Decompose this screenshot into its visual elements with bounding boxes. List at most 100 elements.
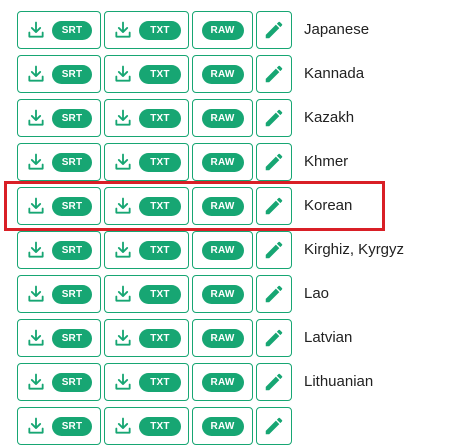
language-label: Kazakh — [304, 109, 355, 126]
download-icon — [28, 417, 44, 434]
download-txt-button[interactable]: TXT — [104, 143, 189, 181]
txt-label: TXT — [139, 373, 181, 392]
download-txt-button[interactable]: TXT — [104, 363, 189, 401]
download-srt-button[interactable]: SRT — [17, 319, 101, 357]
txt-label: TXT — [139, 65, 181, 84]
download-srt-button[interactable]: SRT — [17, 187, 101, 225]
edit-button[interactable] — [256, 11, 292, 49]
srt-label: SRT — [52, 329, 92, 348]
download-icon — [28, 197, 44, 214]
download-srt-button[interactable]: SRT — [17, 143, 101, 181]
download-icon — [115, 373, 131, 390]
download-icon — [115, 21, 131, 38]
edit-button[interactable] — [256, 99, 292, 137]
download-raw-button[interactable]: RAW — [192, 319, 253, 357]
raw-label: RAW — [201, 196, 244, 216]
language-row: SRT TXT RAW Lithuanian — [0, 363, 457, 403]
language-row-selected: SRT TXT RAW Korean — [0, 187, 457, 227]
srt-label: SRT — [52, 417, 92, 436]
download-txt-button[interactable]: TXT — [104, 55, 189, 93]
srt-label: SRT — [52, 241, 92, 260]
raw-label: RAW — [201, 240, 244, 260]
srt-label: SRT — [52, 65, 92, 84]
pencil-icon — [265, 285, 283, 303]
raw-label: RAW — [201, 20, 244, 40]
download-icon — [28, 241, 44, 258]
download-txt-button[interactable]: TXT — [104, 407, 189, 445]
language-label: Latvian — [304, 329, 353, 346]
download-txt-button[interactable]: TXT — [104, 99, 189, 137]
txt-label: TXT — [139, 241, 181, 260]
download-icon — [28, 109, 44, 126]
download-txt-button[interactable]: TXT — [104, 275, 189, 313]
txt-label: TXT — [139, 417, 181, 436]
language-row: SRT TXT RAW — [0, 407, 457, 447]
download-icon — [28, 153, 44, 170]
download-srt-button[interactable]: SRT — [17, 55, 101, 93]
edit-button[interactable] — [256, 187, 292, 225]
download-srt-button[interactable]: SRT — [17, 231, 101, 269]
download-raw-button[interactable]: RAW — [192, 187, 253, 225]
pencil-icon — [265, 21, 283, 39]
srt-label: SRT — [52, 21, 92, 40]
language-label: Kannada — [304, 65, 365, 82]
edit-button[interactable] — [256, 407, 292, 445]
srt-label: SRT — [52, 197, 92, 216]
download-txt-button[interactable]: TXT — [104, 11, 189, 49]
download-raw-button[interactable]: RAW — [192, 11, 253, 49]
download-icon — [28, 329, 44, 346]
pencil-icon — [265, 197, 283, 215]
pencil-icon — [265, 373, 283, 391]
srt-label: SRT — [52, 153, 92, 172]
srt-label: SRT — [52, 285, 92, 304]
download-txt-button[interactable]: TXT — [104, 319, 189, 357]
download-srt-button[interactable]: SRT — [17, 11, 101, 49]
download-srt-button[interactable]: SRT — [17, 275, 101, 313]
edit-button[interactable] — [256, 275, 292, 313]
download-raw-button[interactable]: RAW — [192, 363, 253, 401]
download-txt-button[interactable]: TXT — [104, 187, 189, 225]
download-icon — [115, 329, 131, 346]
language-label: Lao — [304, 285, 330, 302]
txt-label: TXT — [139, 285, 181, 304]
pencil-icon — [265, 153, 283, 171]
download-icon — [115, 197, 131, 214]
language-row: SRT TXT RAW Kirghiz, Kyrgyz — [0, 231, 457, 271]
download-icon — [115, 285, 131, 302]
download-raw-button[interactable]: RAW — [192, 275, 253, 313]
download-srt-button[interactable]: SRT — [17, 363, 101, 401]
pencil-icon — [265, 329, 283, 347]
edit-button[interactable] — [256, 363, 292, 401]
download-icon — [115, 241, 131, 258]
language-label: Kirghiz, Kyrgyz — [304, 241, 405, 258]
download-raw-button[interactable]: RAW — [192, 55, 253, 93]
language-row: SRT TXT RAW Kazakh — [0, 99, 457, 139]
download-icon — [115, 417, 131, 434]
txt-label: TXT — [139, 329, 181, 348]
txt-label: TXT — [139, 109, 181, 128]
download-raw-button[interactable]: RAW — [192, 407, 253, 445]
srt-label: SRT — [52, 109, 92, 128]
download-srt-button[interactable]: SRT — [17, 99, 101, 137]
edit-button[interactable] — [256, 55, 292, 93]
edit-button[interactable] — [256, 143, 292, 181]
raw-label: RAW — [201, 152, 244, 172]
raw-label: RAW — [201, 284, 244, 304]
language-label: Khmer — [304, 153, 349, 170]
language-label: Lithuanian — [304, 373, 374, 390]
raw-label: RAW — [201, 416, 244, 436]
download-raw-button[interactable]: RAW — [192, 231, 253, 269]
raw-label: RAW — [201, 64, 244, 84]
download-icon — [28, 65, 44, 82]
language-label: Korean — [304, 197, 353, 214]
download-icon — [115, 65, 131, 82]
pencil-icon — [265, 65, 283, 83]
download-srt-button[interactable]: SRT — [17, 407, 101, 445]
download-raw-button[interactable]: RAW — [192, 99, 253, 137]
download-raw-button[interactable]: RAW — [192, 143, 253, 181]
edit-button[interactable] — [256, 319, 292, 357]
edit-button[interactable] — [256, 231, 292, 269]
language-row: SRT TXT RAW Latvian — [0, 319, 457, 359]
download-txt-button[interactable]: TXT — [104, 231, 189, 269]
raw-label: RAW — [201, 372, 244, 392]
